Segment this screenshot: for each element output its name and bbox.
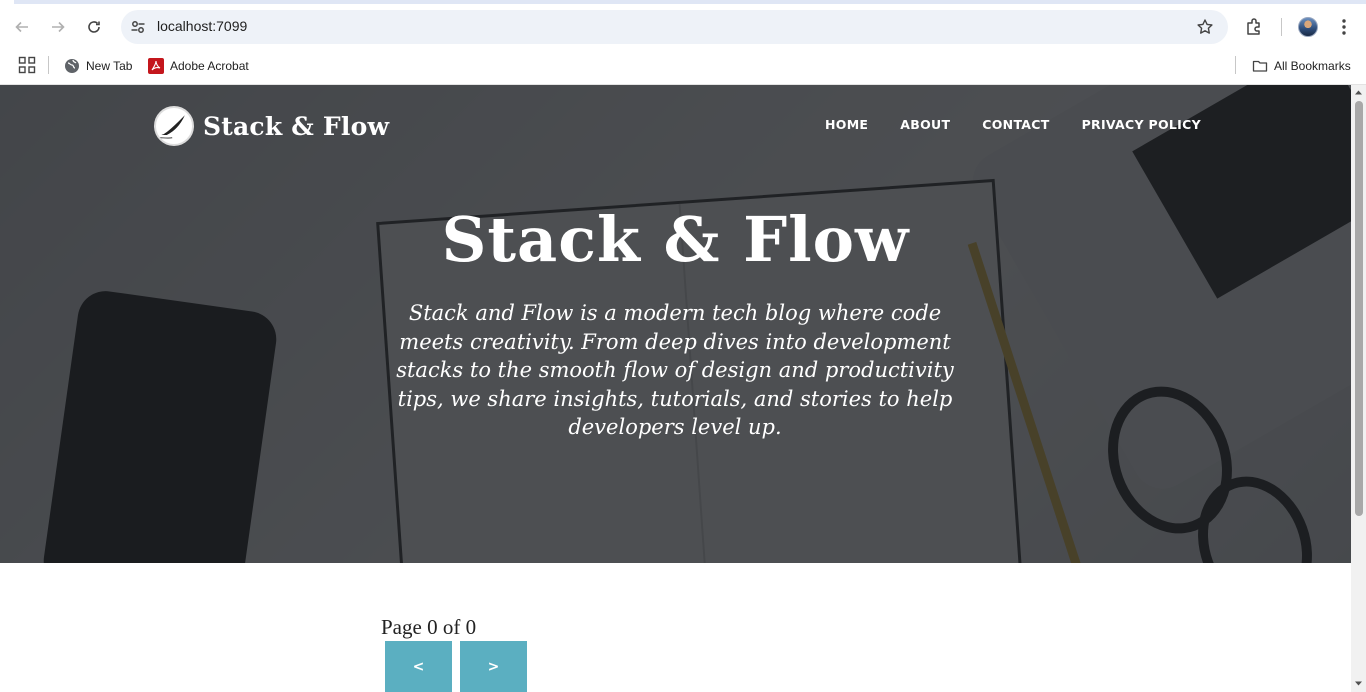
toolbar-divider: [1281, 18, 1282, 36]
hero-subtitle: Stack and Flow is a modern tech blog whe…: [396, 301, 954, 440]
bookmark-new-tab[interactable]: New Tab: [64, 55, 132, 77]
bookmark-star-icon[interactable]: [1196, 18, 1214, 36]
reload-button[interactable]: [82, 15, 106, 39]
scroll-down-icon[interactable]: [1354, 679, 1363, 688]
arrow-left-icon: [15, 21, 28, 33]
url-text[interactable]: localhost:7099: [157, 18, 247, 34]
arrow-right-icon: [52, 21, 65, 33]
address-bar[interactable]: localhost:7099: [121, 10, 1228, 44]
bookmark-label: New Tab: [86, 59, 133, 73]
globe-icon: [65, 59, 79, 73]
more-menu-icon[interactable]: [1334, 17, 1354, 37]
bookmark-label: Adobe Acrobat: [170, 59, 249, 73]
profile-avatar[interactable]: [1298, 17, 1318, 37]
bookmark-adobe-acrobat[interactable]: Adobe Acrobat: [148, 55, 249, 77]
page-scrollbar[interactable]: [1351, 85, 1366, 692]
hero-section: Stack & Flow HOME ABOUT CONTACT PRIVACY …: [0, 85, 1351, 563]
folder-icon: [1252, 60, 1268, 72]
site-info-icon[interactable]: [129, 18, 147, 36]
all-bookmarks-label: All Bookmarks: [1274, 59, 1351, 73]
main-nav: HOME ABOUT CONTACT PRIVACY POLICY: [825, 117, 1201, 132]
acrobat-icon: [148, 58, 164, 74]
all-bookmarks-button[interactable]: All Bookmarks: [1252, 55, 1351, 77]
bookmarks-divider: [48, 56, 49, 74]
bookmarks-divider: [1235, 56, 1236, 74]
reload-icon: [88, 21, 100, 33]
back-button[interactable]: [10, 15, 34, 39]
scrollbar-thumb[interactable]: [1355, 101, 1363, 516]
site-brand[interactable]: Stack & Flow: [154, 106, 389, 146]
extensions-icon[interactable]: [1244, 17, 1264, 37]
brand-name: Stack & Flow: [203, 111, 390, 141]
hero-title: Stack & Flow: [441, 203, 910, 276]
scroll-up-icon[interactable]: [1354, 88, 1363, 97]
next-page-button[interactable]: >: [460, 641, 527, 692]
nav-home[interactable]: HOME: [825, 117, 868, 132]
forward-button[interactable]: [46, 15, 70, 39]
apps-grid-icon[interactable]: [18, 56, 36, 74]
nav-privacy-policy[interactable]: PRIVACY POLICY: [1082, 117, 1201, 132]
previous-page-button[interactable]: <: [385, 641, 452, 692]
nav-contact[interactable]: CONTACT: [982, 117, 1049, 132]
bookmarks-bar: New Tab Adobe Acrobat All Bookmarks: [0, 50, 1366, 85]
quill-logo-icon: [154, 106, 194, 146]
nav-about[interactable]: ABOUT: [900, 117, 950, 132]
browser-toolbar: localhost:7099: [0, 4, 1366, 50]
page-viewport: Stack & Flow HOME ABOUT CONTACT PRIVACY …: [0, 85, 1351, 692]
pagination-status: Page 0 of 0: [381, 615, 477, 639]
